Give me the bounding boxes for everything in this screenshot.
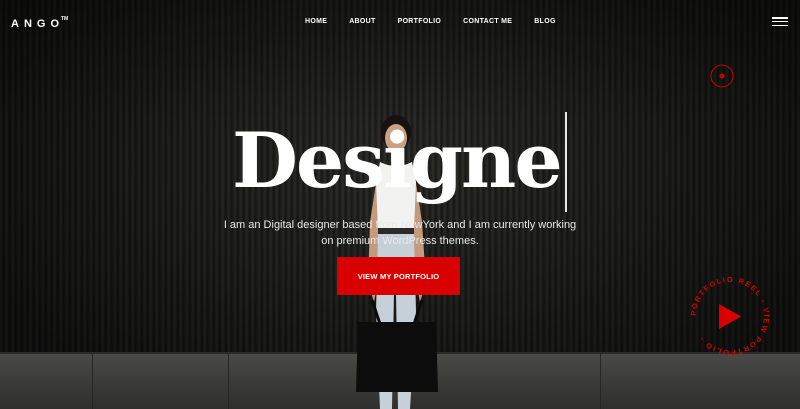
nav-item-blog[interactable]: BLOG (534, 18, 555, 25)
nav-item-contact[interactable]: CONTACT ME (463, 18, 512, 25)
nav-item-portfolio[interactable]: PORTFOLIO (398, 18, 442, 25)
brand-logo[interactable]: ANGOTM (11, 16, 68, 30)
trademark-mark: TM (61, 16, 69, 22)
sidewalk-seam (228, 352, 229, 409)
hero-headline: Designer (232, 116, 562, 205)
portfolio-reel-badge[interactable]: PORTFOLIO REEL - VIEW PORTFOLIO - (685, 271, 775, 361)
main-nav: HOME ABOUT PORTFOLIO CONTACT ME BLOG (305, 18, 578, 25)
play-icon (719, 304, 741, 329)
nav-item-about[interactable]: ABOUT (349, 18, 375, 25)
view-portfolio-button[interactable]: VIEW MY PORTFOLIO (337, 257, 460, 295)
sidewalk-seam (92, 352, 93, 409)
hero-subtext-line1: I am an Digital designer based from NewY… (223, 219, 577, 231)
logo-text: ANGO (11, 18, 64, 30)
target-icon (710, 64, 734, 88)
hero-subtext: I am an Digital designer based from NewY… (195, 217, 605, 249)
menu-icon[interactable] (772, 17, 788, 27)
nav-item-home[interactable]: HOME (305, 18, 327, 25)
sidewalk-seam (600, 352, 601, 409)
hero-subtext-line2: on premium WordPress themes. (321, 235, 479, 247)
typing-caret (565, 112, 567, 212)
